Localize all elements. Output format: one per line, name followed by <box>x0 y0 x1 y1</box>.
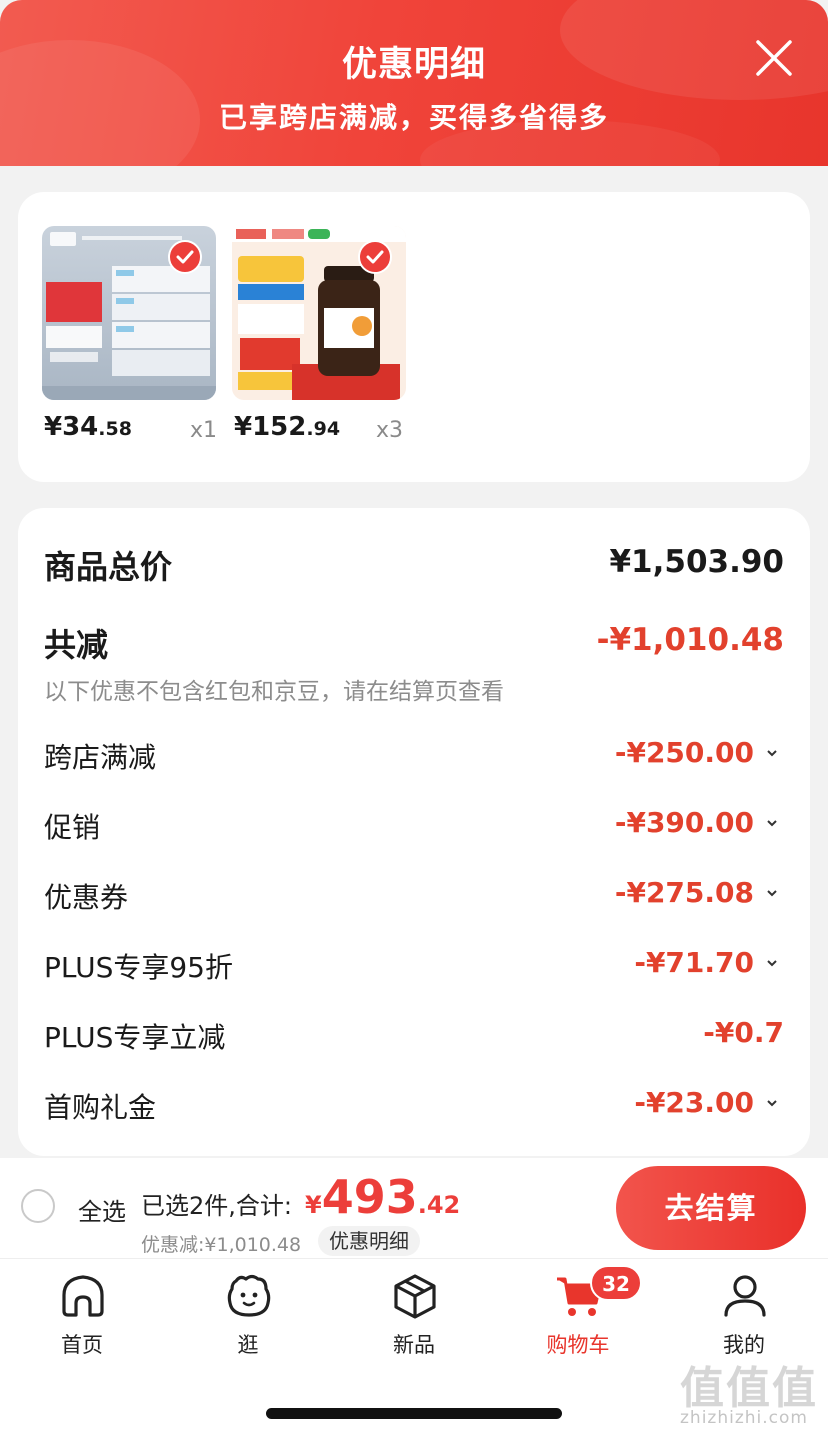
product-quantity: x1 <box>190 418 218 443</box>
discount-item-plus-95[interactable]: PLUS专享95折 -¥71.70 <box>44 942 784 986</box>
total-discount-value: -¥1,010.48 <box>596 622 784 658</box>
total-price-label: 商品总价 <box>44 548 173 586</box>
total-amount: ¥493.42 <box>305 1170 460 1224</box>
watermark-url: zhizhizhi.com <box>680 1408 808 1428</box>
total-decimal: .42 <box>417 1191 461 1219</box>
home-indicator[interactable] <box>266 1408 562 1419</box>
price-decimal: .58 <box>98 418 132 440</box>
discount-item-label: 首购礼金 <box>44 1091 157 1124</box>
selected-count-text: 已选2件,合计: <box>141 1192 292 1220</box>
total-discount-row: 共减 -¥1,010.48 <box>44 620 784 664</box>
price-decimal: .94 <box>306 418 341 440</box>
nav-label: 逛 <box>237 1333 259 1357</box>
discount-item-cross-store[interactable]: 跨店满减 -¥250.00 <box>44 732 784 776</box>
discount-item-value: -¥71.70 <box>634 946 754 979</box>
close-button[interactable] <box>752 36 796 80</box>
checkmark-icon <box>176 250 194 264</box>
home-icon <box>62 1275 104 1317</box>
selected-products-card: ¥34.58 x1 ¥152.94 x3 <box>18 192 810 482</box>
discount-item-value: -¥0.7 <box>703 1016 784 1049</box>
checkmark-icon <box>366 250 384 264</box>
nav-item-new[interactable]: 新品 <box>354 1259 474 1369</box>
select-all-label[interactable]: 全选 <box>78 1192 126 1227</box>
discount-item-first-purchase[interactable]: 首购礼金 -¥23.00 <box>44 1082 784 1126</box>
discount-item-label: 跨店满减 <box>44 741 157 774</box>
discount-note: 以下优惠不包含红包和京豆，请在结算页查看 <box>44 679 504 705</box>
total-discount-label: 共减 <box>44 626 109 664</box>
discount-item-label: PLUS专享95折 <box>44 951 233 984</box>
total-integer: 493 <box>321 1170 418 1224</box>
nav-item-explore[interactable]: 逛 <box>188 1259 308 1369</box>
new-box-icon <box>394 1274 436 1319</box>
discount-item-label: 促销 <box>44 811 101 844</box>
explore-face-icon <box>227 1274 271 1317</box>
nav-item-home[interactable]: 首页 <box>22 1259 142 1369</box>
product-price: ¥152.94 <box>234 412 340 442</box>
discount-item-label: 优惠券 <box>44 881 129 914</box>
total-price-row: 商品总价 ¥1,503.90 <box>44 542 784 586</box>
product-quantity: x3 <box>376 418 404 443</box>
watermark: 值值值 zhizhizhi.com <box>680 1352 820 1432</box>
nav-label: 购物车 <box>546 1333 610 1357</box>
discount-item-plus-reduce: PLUS专享立减 -¥0.7 <box>44 1012 784 1056</box>
watermark-logo: 值值值 <box>680 1363 818 1414</box>
product-image[interactable] <box>42 226 216 400</box>
chevron-down-icon[interactable] <box>766 958 778 968</box>
nav-label: 新品 <box>393 1333 435 1357</box>
chevron-down-icon[interactable] <box>766 1098 778 1108</box>
discount-detail-header: 优惠明细 已享跨店满减，买得多省得多 <box>0 0 828 166</box>
discount-item-value: -¥275.08 <box>614 876 754 909</box>
discount-item-coupon[interactable]: 优惠券 -¥275.08 <box>44 872 784 916</box>
checkout-bar: 全选 已选2件,合计: ¥493.42 优惠减:¥1,010.48 优惠明细 去… <box>0 1158 828 1258</box>
selected-check <box>358 240 392 274</box>
product-image[interactable] <box>232 226 406 400</box>
cart-count-badge: 32 <box>590 1265 642 1301</box>
discount-item-value: -¥390.00 <box>614 806 754 839</box>
total-currency: ¥ <box>305 1191 322 1219</box>
page-title: 优惠明细 <box>341 45 486 85</box>
nav-label: 首页 <box>61 1333 103 1357</box>
selected-check <box>168 240 202 274</box>
discount-item-promotion[interactable]: 促销 -¥390.00 <box>44 802 784 846</box>
discount-item-value: -¥23.00 <box>634 1086 754 1119</box>
close-icon <box>756 40 792 76</box>
select-all-checkbox[interactable] <box>21 1189 55 1223</box>
page-subtitle: 已享跨店满减，买得多省得多 <box>218 101 609 134</box>
total-price-value: ¥1,503.90 <box>609 544 784 580</box>
discount-item-value: -¥250.00 <box>614 736 754 769</box>
discount-item-label: PLUS专享立减 <box>44 1021 226 1054</box>
chevron-down-icon[interactable] <box>766 818 778 828</box>
price-integer: ¥152 <box>234 412 307 442</box>
discount-detail-chip[interactable]: 优惠明细 <box>318 1226 420 1256</box>
nav-item-cart[interactable]: 32 购物车 <box>518 1259 642 1369</box>
product-price: ¥34.58 <box>44 412 132 442</box>
chevron-down-icon[interactable] <box>766 888 778 898</box>
chevron-down-icon[interactable] <box>766 748 778 758</box>
profile-icon <box>724 1275 766 1317</box>
discount-amount-text: 优惠减:¥1,010.48 <box>141 1234 302 1256</box>
checkout-button[interactable]: 去结算 <box>616 1166 806 1250</box>
price-summary-card: 商品总价 ¥1,503.90 共减 -¥1,010.48 以下优惠不包含红包和京… <box>18 508 810 1156</box>
price-integer: ¥34 <box>44 412 99 442</box>
